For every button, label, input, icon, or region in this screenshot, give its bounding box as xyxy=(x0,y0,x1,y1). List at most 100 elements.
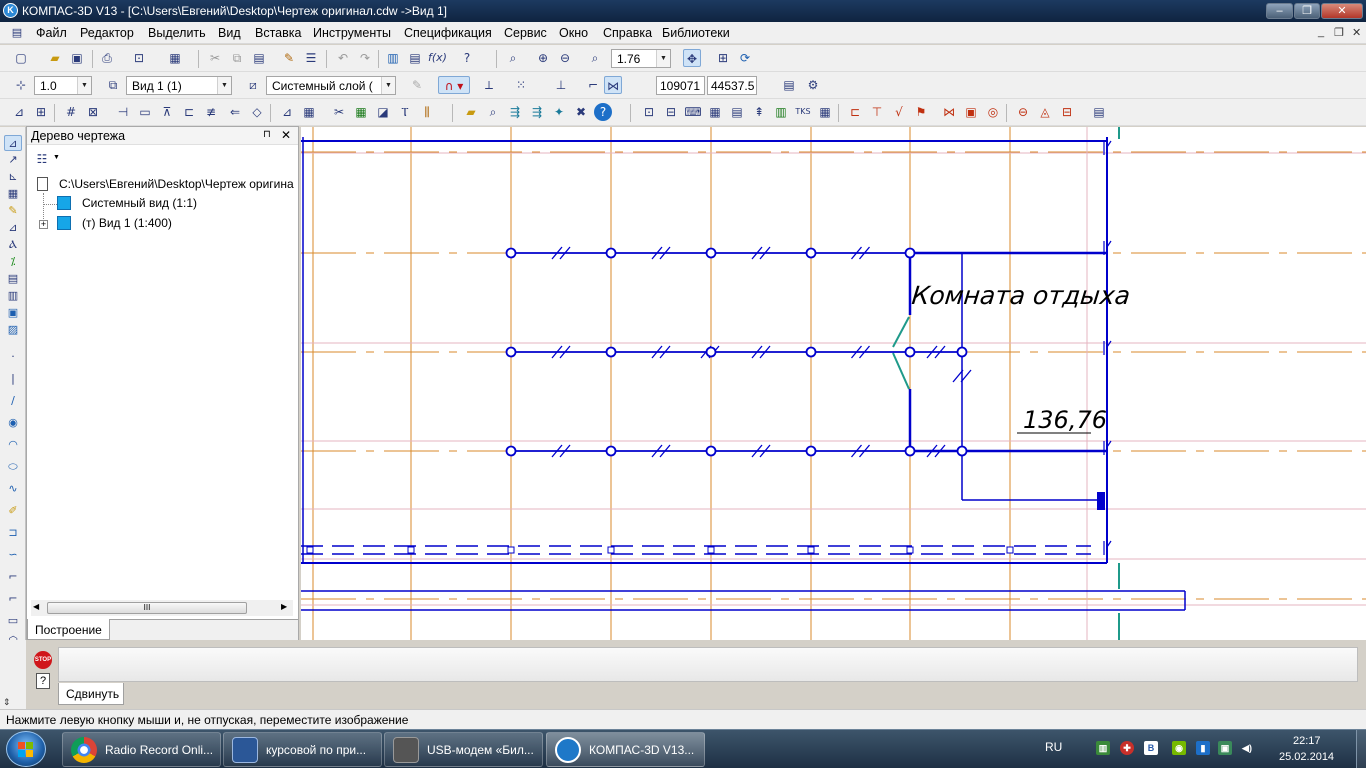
format-brush-icon[interactable]: ✎ xyxy=(280,49,298,67)
layer-combo[interactable]: Системный слой (▼ xyxy=(266,76,396,95)
nvidia-tray-icon[interactable]: ◉ xyxy=(1172,741,1186,755)
tree-hscrollbar[interactable]: ◀ III ▶ xyxy=(31,600,293,616)
tree-view-mode-icon[interactable]: ☷ xyxy=(33,150,51,168)
help-icon[interactable]: ? xyxy=(36,673,50,689)
designations-palette-icon[interactable]: ⊾ xyxy=(4,169,22,185)
step-combo[interactable]: 1.0 ▼ xyxy=(34,76,92,95)
fillet-icon[interactable]: ⌐ xyxy=(4,591,22,607)
arc-icon[interactable]: ◠ xyxy=(4,437,22,453)
close-window-button[interactable]: ✕ xyxy=(1321,3,1363,19)
new-document-icon[interactable]: ▢ xyxy=(12,49,30,67)
layer-icon[interactable]: ⧄ xyxy=(244,76,262,94)
drawing-canvas[interactable]: Комната отдыха 136,76 xyxy=(301,127,1366,640)
context-help-icon[interactable]: ? xyxy=(458,49,476,67)
fit-icon[interactable]: ⊟ xyxy=(662,103,680,121)
cursor-icon[interactable]: ⇞ xyxy=(750,103,768,121)
geometry-palette-icon[interactable]: ⊿ xyxy=(4,135,22,151)
measure-icon[interactable]: ✂ xyxy=(330,103,348,121)
params-palette-icon[interactable]: ✎ xyxy=(4,203,22,219)
roughness-icon[interactable]: √ xyxy=(890,103,908,121)
clock-date[interactable]: 25.02.2014 xyxy=(1279,751,1334,763)
tab-construction[interactable]: Построение xyxy=(27,619,110,640)
zoom-in-icon[interactable]: ⊕ xyxy=(534,49,552,67)
rectangle-icon[interactable]: ▭ xyxy=(4,613,22,629)
dimensions-palette-icon[interactable]: ↗ xyxy=(4,152,22,168)
grid-lines-icon[interactable]: ⊠ xyxy=(84,103,102,121)
grid-icon[interactable]: ⁙ xyxy=(512,76,530,94)
spec-palette-icon[interactable]: ▤ xyxy=(4,271,22,287)
pin-icon[interactable]: ⊓ xyxy=(263,129,271,140)
menu-specification[interactable]: Спецификация xyxy=(404,26,492,40)
base-icon[interactable]: ⊤ xyxy=(868,103,886,121)
chevron-down-icon[interactable]: ▼ xyxy=(381,77,395,94)
options-icon[interactable]: ⚙ xyxy=(804,76,822,94)
insert-view-icon[interactable]: ⇶ xyxy=(528,103,546,121)
view-icon[interactable]: ⧉ xyxy=(104,76,122,94)
circle-mark-icon[interactable]: ⊖ xyxy=(1014,103,1032,121)
network-tray-icon[interactable]: ▥ xyxy=(1096,741,1110,755)
document-icon[interactable]: ▤ xyxy=(9,24,25,40)
coord-x-field[interactable]: 109071 xyxy=(656,76,705,95)
library-icon[interactable]: ▰ xyxy=(462,103,480,121)
tab-move[interactable]: Сдвинуть xyxy=(58,683,124,705)
table-icon[interactable]: ▦ xyxy=(300,103,318,121)
minimize-button[interactable]: – xyxy=(1266,3,1293,19)
aux-line-icon[interactable]: | xyxy=(4,371,22,387)
clock-time[interactable]: 22:17 xyxy=(1293,735,1321,747)
signal-tray-icon[interactable]: ▮ xyxy=(1196,741,1210,755)
leader-icon[interactable]: ⊏ xyxy=(846,103,864,121)
list-icon[interactable]: ☰ xyxy=(302,49,320,67)
grid-step-icon[interactable]: ⊹ xyxy=(12,76,30,94)
wall-icon[interactable]: ⊼ xyxy=(158,103,176,121)
position-icon[interactable]: ⚑ xyxy=(912,103,930,121)
bend-icon[interactable]: ⊏ xyxy=(180,103,198,121)
properties-icon[interactable]: ▦ xyxy=(166,49,184,67)
panel-toggle-icon[interactable]: ⇕ xyxy=(3,697,11,708)
coord-y-field[interactable]: 44537.5 xyxy=(707,76,757,95)
print-icon[interactable]: ⎙ xyxy=(98,49,116,67)
maximize-button[interactable]: ❐ xyxy=(1294,3,1320,19)
tools-icon[interactable]: ✖ xyxy=(572,103,590,121)
dimension-tool-icon[interactable]: ⊞ xyxy=(32,103,50,121)
insert-palette-icon[interactable]: ▣ xyxy=(4,305,22,321)
taskbar-item-modem[interactable]: USB-модем «Бил... xyxy=(384,732,543,767)
circle-icon[interactable]: ◉ xyxy=(4,415,22,431)
ellipse-icon[interactable]: ⬭ xyxy=(4,459,22,475)
show-desktop-button[interactable] xyxy=(1356,730,1366,768)
mark-icon[interactable]: ▣ xyxy=(962,103,980,121)
display-tray-icon[interactable]: ▣ xyxy=(1218,741,1232,755)
align-icon[interactable]: ⊣ xyxy=(114,103,132,121)
chevron-down-icon[interactable]: ▼ xyxy=(53,154,60,161)
local-cs-icon[interactable]: ⊥ xyxy=(552,76,570,94)
taskbar-item-word[interactable]: курсовой по при... xyxy=(223,732,382,767)
scroll-left-icon[interactable]: ◀ xyxy=(33,602,39,611)
language-indicator[interactable]: RU xyxy=(1045,740,1062,754)
variables-icon[interactable]: ▤ xyxy=(406,49,424,67)
keyboard-icon[interactable]: ⌨ xyxy=(684,103,702,121)
point-icon[interactable]: · xyxy=(4,349,22,365)
spec-icon[interactable]: ▤ xyxy=(728,103,746,121)
nurbs-icon[interactable]: ∽ xyxy=(4,547,22,563)
spreadsheet-icon[interactable]: ▦ xyxy=(352,103,370,121)
refresh-icon[interactable]: ⟳ xyxy=(736,49,754,67)
snap-magnet-icon[interactable]: ∩ ▾ xyxy=(438,76,470,94)
reports-palette-icon[interactable]: ▥ xyxy=(4,288,22,304)
menu-service[interactable]: Сервис xyxy=(504,26,547,40)
bezier-icon[interactable]: ✐ xyxy=(4,503,22,519)
mdi-restore-button[interactable]: ❐ xyxy=(1334,26,1344,39)
volume-tray-icon[interactable]: ◀) xyxy=(1240,741,1254,755)
grid-table-icon[interactable]: ▦ xyxy=(816,103,834,121)
properties-panel-icon[interactable]: ▤ xyxy=(780,76,798,94)
save-icon[interactable]: ▣ xyxy=(68,49,86,67)
select-palette-icon[interactable]: Ⲁ xyxy=(4,237,22,253)
tolerance-icon[interactable]: ◬ xyxy=(1036,103,1054,121)
antivirus-tray-icon[interactable]: ✚ xyxy=(1120,741,1134,755)
function-icon[interactable]: f(x) xyxy=(428,49,446,67)
insert-fragment-icon[interactable]: ⇶ xyxy=(506,103,524,121)
text-frame-icon[interactable]: ⊡ xyxy=(640,103,658,121)
expand-toggle[interactable]: + xyxy=(39,220,48,229)
stand-icon[interactable]: Ⲧ xyxy=(396,103,414,121)
doc-table-icon[interactable]: ▦ xyxy=(706,103,724,121)
view-combo[interactable]: Вид 1 (1) ▼ xyxy=(126,76,232,95)
tks-icon[interactable]: TKS xyxy=(794,103,812,121)
